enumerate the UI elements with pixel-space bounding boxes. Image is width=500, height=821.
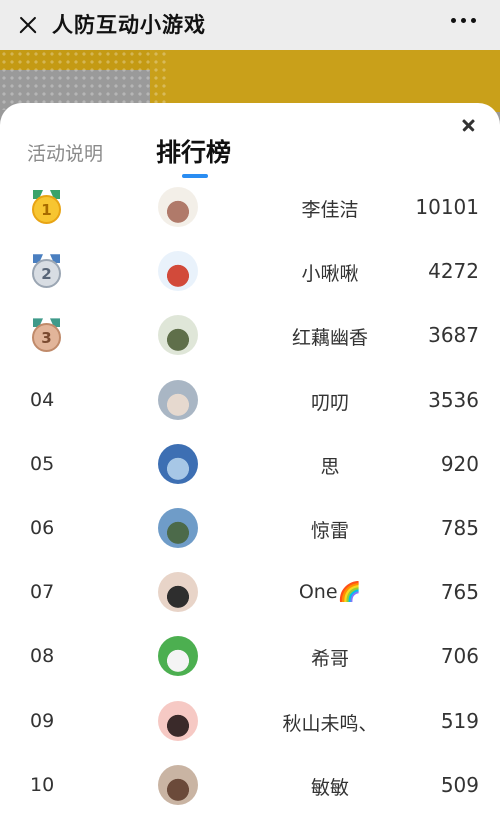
player-score: 519 (440, 708, 479, 733)
top-navigation-bar: 人防互动小游戏 (0, 0, 500, 50)
close-icon[interactable] (14, 11, 42, 39)
ranking-row: 05 思 920 (0, 433, 500, 497)
player-name: 叨叨 (310, 391, 349, 414)
rank-number: 10 (30, 773, 55, 796)
player-score: 10101 (415, 195, 479, 219)
rank-number: 06 (30, 517, 55, 539)
rank-number: 05 (30, 452, 55, 475)
avatar (158, 636, 198, 677)
player-name: 红藕幽香 (291, 327, 368, 350)
rank-number: 07 (30, 581, 55, 604)
avatar (158, 251, 198, 292)
player-name: 惊雷 (310, 520, 349, 542)
avatar (158, 572, 198, 613)
player-score: 785 (440, 516, 479, 540)
player-score: 4272 (428, 259, 479, 284)
avatar (158, 443, 198, 484)
bronze-medal-icon: 3 (30, 318, 63, 353)
ranking-row: 06 惊雷 785 (0, 497, 500, 561)
more-icon[interactable] (451, 18, 476, 23)
player-score: 765 (440, 580, 479, 605)
player-score: 509 (440, 772, 479, 797)
ranking-row: 07 One🌈 765 (0, 561, 500, 625)
avatar (158, 379, 198, 420)
medal-digit: 1 (32, 195, 61, 224)
tab-leaderboard[interactable]: 排行榜 (156, 133, 231, 169)
player-name: 李佳洁 (301, 199, 359, 221)
ranking-row: 2 小啾啾 4272 (0, 240, 500, 304)
avatar (158, 508, 198, 548)
player-name: 小啾啾 (301, 263, 359, 286)
rank-number: 09 (30, 709, 55, 732)
leaderboard-sheet: 活动说明 排行榜 1 李佳洁 10101 2 小啾啾 4272 3 红藕幽香 3687 04 叨叨 3… (0, 103, 500, 821)
player-score: 3536 (428, 387, 479, 412)
ranking-row: 3 红藕幽香 3687 (0, 304, 500, 368)
rank-number: 04 (30, 388, 55, 411)
player-name: One🌈 (298, 581, 362, 604)
player-name: 思 (320, 455, 340, 478)
avatar (158, 700, 198, 741)
ranking-row: 09 秋山未鸣、 519 (0, 690, 500, 754)
avatar (158, 187, 198, 227)
player-name: 秋山未鸣、 (282, 712, 378, 735)
avatar (158, 764, 198, 805)
page-title: 人防互动小游戏 (52, 13, 206, 37)
player-name: 敏敏 (310, 776, 349, 799)
tab-activity-description[interactable]: 活动说明 (27, 139, 103, 166)
player-name: 希哥 (310, 648, 349, 671)
player-score: 706 (440, 644, 479, 669)
medal-digit: 2 (32, 259, 61, 289)
ranking-row: 08 希哥 706 (0, 625, 500, 689)
medal-digit: 3 (32, 323, 61, 353)
ranking-row: 1 李佳洁 10101 (0, 176, 500, 240)
sheet-close-icon[interactable] (460, 116, 478, 134)
rank-number: 08 (30, 645, 55, 668)
player-score: 3687 (428, 323, 479, 348)
silver-medal-icon: 2 (30, 254, 63, 289)
gold-medal-icon: 1 (30, 190, 63, 224)
player-score: 920 (440, 451, 479, 476)
avatar (158, 315, 198, 356)
ranking-row: 10 敏敏 509 (0, 754, 500, 818)
ranking-row: 04 叨叨 3536 (0, 369, 500, 433)
